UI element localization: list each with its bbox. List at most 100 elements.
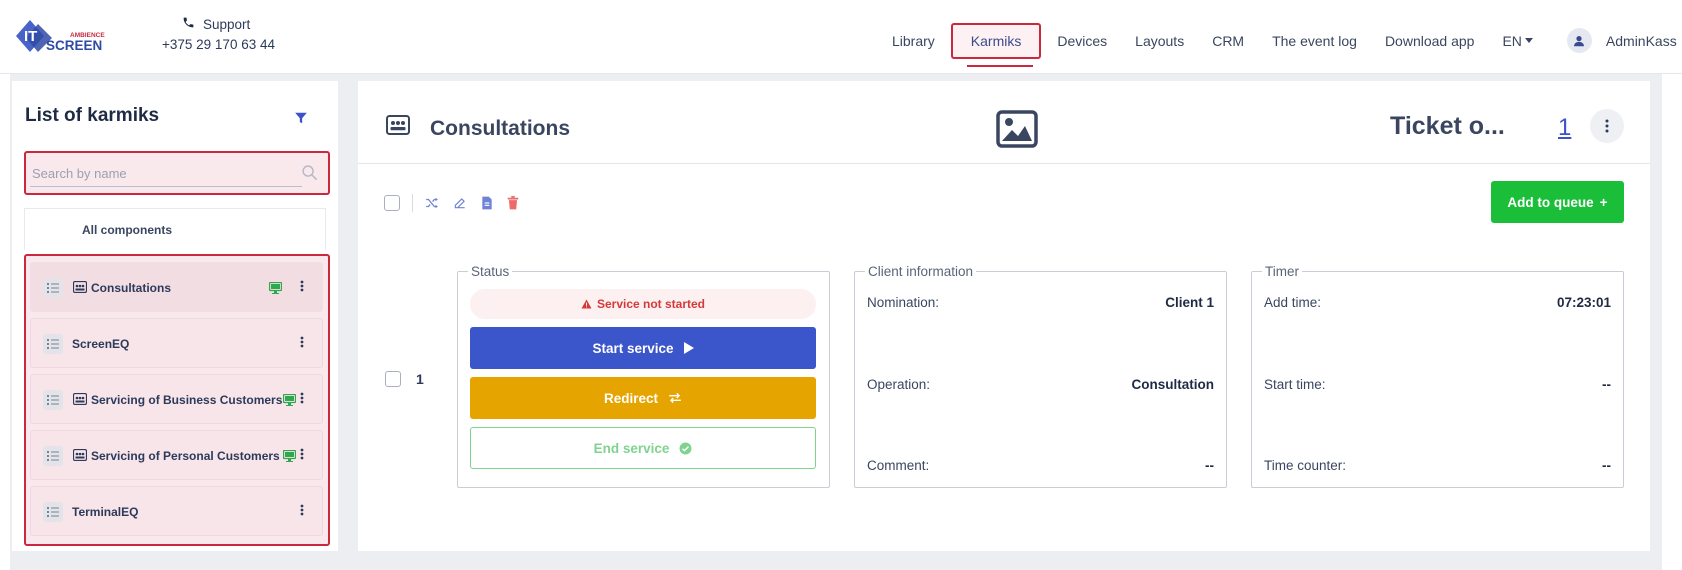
language-dropdown[interactable]: EN	[1488, 25, 1546, 57]
nav-event-log[interactable]: The event log	[1258, 25, 1371, 57]
search-icon[interactable]	[301, 164, 318, 186]
logo-it-text: IT	[24, 28, 37, 45]
sidebar-title: List of karmiks	[25, 105, 160, 126]
phone-icon	[182, 16, 195, 32]
add-time-label: Add time:	[1264, 295, 1322, 310]
check-circle-icon	[679, 442, 692, 454]
redirect-label: Redirect	[603, 390, 659, 406]
karmik-item-personal-customers[interactable]: Servicing of Personal Customers	[30, 430, 323, 480]
nav-devices[interactable]: Devices	[1043, 25, 1121, 57]
operation-label: Operation:	[867, 377, 931, 392]
timer-legend: Timer	[1265, 264, 1299, 279]
client-info-panel: Client information Nomination: Client 1 …	[854, 264, 1227, 488]
karmik-item-label: TerminalEQ	[72, 505, 139, 519]
all-components-item[interactable]: All components	[24, 208, 326, 250]
comment-label: Comment:	[867, 458, 930, 473]
nav-download-app[interactable]: Download app	[1371, 25, 1489, 57]
support-label: Support	[203, 16, 251, 32]
plus-icon: +	[1599, 194, 1608, 210]
start-service-label: Start service	[592, 340, 674, 356]
people-card-icon	[72, 448, 88, 466]
trash-icon[interactable]	[507, 196, 519, 210]
play-icon	[683, 342, 694, 354]
comment-value: --	[1205, 458, 1214, 473]
language-value: EN	[1502, 32, 1522, 49]
add-time-value: 07:23:01	[1556, 295, 1611, 310]
karmik-header: Consultations Ticket o... 1	[358, 81, 1650, 164]
user-name: AdminKass	[1605, 32, 1677, 49]
end-service-label: End service	[593, 440, 670, 456]
karmik-item-business-customers[interactable]: Servicing of Business Customers	[30, 374, 323, 424]
top-header: IT AMBIENCE SCREEN Support +375 29 170 6…	[0, 0, 1682, 74]
ticket-count-link[interactable]: 1	[1558, 114, 1571, 142]
list-drag-icon[interactable]	[43, 502, 63, 522]
more-vertical-icon[interactable]	[300, 391, 304, 409]
operation-value: Consultation	[1131, 377, 1215, 392]
edit-icon[interactable]	[453, 196, 467, 210]
people-card-icon	[72, 392, 88, 410]
redirect-button[interactable]: Redirect	[470, 377, 816, 419]
karmik-sidebar: List of karmiks All components Consultat…	[12, 81, 338, 551]
karmik-item-consultations[interactable]: Consultations	[30, 262, 323, 312]
karmik-item-terminaleq[interactable]: TerminalEQ	[30, 486, 323, 536]
nomination-row: Nomination: Client 1	[867, 295, 1214, 310]
nav-crm[interactable]: CRM	[1198, 25, 1258, 57]
more-vertical-icon[interactable]	[300, 335, 304, 353]
shuffle-icon[interactable]	[425, 197, 439, 209]
list-drag-icon[interactable]	[43, 334, 63, 354]
image-icon[interactable]	[996, 110, 1038, 153]
add-to-queue-button[interactable]: Add to queue +	[1491, 181, 1624, 223]
status-badge: Service not started	[470, 289, 816, 319]
ticket-label: Ticket o...	[1390, 112, 1505, 140]
search-box	[24, 151, 330, 195]
monitor-icon	[282, 449, 297, 467]
nav-library[interactable]: Library	[878, 25, 949, 57]
karmik-item-label: Servicing of Business Customers	[91, 393, 283, 407]
user-icon	[1574, 35, 1585, 46]
start-time-value: --	[1602, 377, 1611, 392]
row-checkbox[interactable]	[385, 371, 401, 387]
time-counter-row: Time counter: --	[1264, 458, 1611, 473]
end-service-button[interactable]: End service	[470, 427, 816, 469]
chevron-down-icon	[1524, 38, 1533, 43]
nav-karmiks[interactable]: Karmiks	[950, 22, 1042, 67]
status-legend: Status	[471, 264, 510, 279]
start-time-row: Start time: --	[1264, 377, 1611, 392]
more-vertical-icon[interactable]	[300, 503, 304, 521]
start-service-button[interactable]: Start service	[470, 327, 816, 369]
select-all-checkbox[interactable]	[384, 195, 400, 211]
karmik-item-screeneq[interactable]: ScreenEQ	[30, 318, 323, 368]
list-drag-icon[interactable]	[43, 390, 63, 410]
main-panel: Consultations Ticket o... 1 Add to queue…	[358, 81, 1650, 551]
timer-panel: Timer Add time: 07:23:01 Start time: -- …	[1251, 264, 1624, 488]
nomination-label: Nomination:	[867, 295, 940, 310]
queue-toolbar	[384, 194, 533, 212]
karmik-item-label: Consultations	[91, 281, 171, 295]
support-phone[interactable]: +375 29 170 63 44	[162, 37, 275, 52]
it-screen-logo[interactable]: IT AMBIENCE SCREEN	[16, 18, 116, 58]
list-drag-icon[interactable]	[43, 278, 63, 298]
filter-icon[interactable]	[294, 111, 308, 130]
list-drag-icon[interactable]	[43, 446, 63, 466]
logo-screen-text: SCREEN	[46, 38, 102, 53]
karmik-item-label: Servicing of Personal Customers	[91, 449, 280, 463]
add-to-queue-label: Add to queue	[1507, 194, 1594, 210]
monitor-icon	[282, 393, 297, 411]
search-input[interactable]	[30, 161, 302, 187]
time-counter-value: --	[1602, 458, 1611, 473]
add-time-row: Add time: 07:23:01	[1264, 295, 1611, 310]
people-card-icon	[72, 280, 88, 298]
more-options-button[interactable]	[1590, 109, 1624, 143]
support-block: Support +375 29 170 63 44	[162, 16, 275, 53]
karmik-item-label: ScreenEQ	[72, 337, 130, 351]
avatar	[1566, 28, 1592, 53]
status-text: Service not started	[596, 297, 706, 311]
nomination-value: Client 1	[1165, 295, 1214, 310]
more-vertical-icon[interactable]	[300, 279, 304, 297]
document-icon[interactable]	[481, 196, 493, 210]
nav-layouts[interactable]: Layouts	[1121, 25, 1198, 57]
more-vertical-icon[interactable]	[300, 447, 304, 465]
client-info-legend: Client information	[868, 264, 974, 279]
user-menu[interactable]: AdminKass	[1553, 20, 1682, 61]
swap-icon	[669, 392, 681, 404]
